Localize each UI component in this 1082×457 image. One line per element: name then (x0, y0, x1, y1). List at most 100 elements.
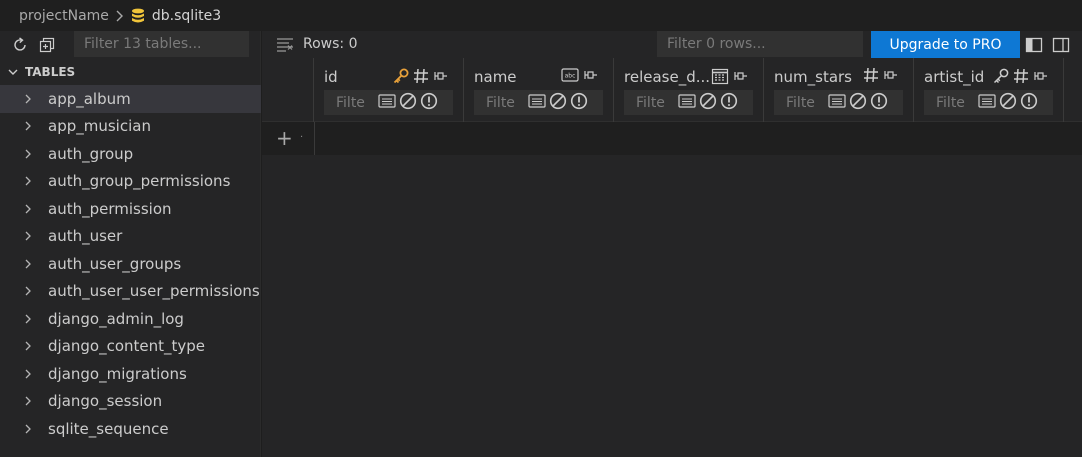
pin-icon[interactable] (582, 67, 598, 87)
key-icon (392, 67, 410, 89)
filter-tables-input[interactable] (74, 31, 249, 57)
table-item-label: auth_user_groups (48, 254, 182, 273)
table-item[interactable]: django_migrations (0, 360, 261, 388)
table-item[interactable]: django_session (0, 388, 261, 416)
chevron-right-icon (24, 313, 36, 325)
table-item-label: django_session (48, 392, 163, 411)
column-filter-input[interactable]: Filte (774, 90, 903, 115)
table-item[interactable]: auth_user (0, 223, 261, 251)
column-header-id[interactable]: id Filte (314, 58, 464, 122)
table-item[interactable]: app_album (0, 85, 261, 113)
filter-mode-icon[interactable] (828, 93, 846, 113)
null-filter-icon[interactable] (549, 92, 567, 114)
info-icon[interactable] (420, 92, 438, 114)
table-item[interactable]: auth_user_user_permissions (0, 278, 261, 306)
tables-section-title: TABLES (25, 65, 76, 79)
column-filter-input[interactable]: Filte (924, 90, 1053, 115)
null-filter-icon[interactable] (999, 92, 1017, 114)
toggle-right-panel-icon[interactable] (1052, 36, 1070, 54)
row-number-header (262, 58, 314, 122)
chevron-right-icon (24, 395, 36, 407)
chevron-right-icon (24, 368, 36, 380)
chevron-right-icon (24, 120, 36, 132)
column-filter-placeholder: Filte (336, 94, 365, 111)
hash-icon (863, 67, 879, 87)
collapse-all-icon[interactable] (38, 36, 56, 54)
breadcrumb: projectName db.sqlite3 (0, 0, 1082, 31)
table-list: app_album app_musician auth_group auth_g… (0, 85, 261, 443)
column-filter-input[interactable]: Filte (624, 90, 753, 115)
column-name: artist_id (924, 68, 985, 86)
table-item[interactable]: django_content_type (0, 333, 261, 361)
column-filter-input[interactable]: Filte (324, 90, 453, 115)
filter-mode-icon[interactable] (378, 93, 396, 113)
chevron-right-icon (24, 423, 36, 435)
table-item-label: app_musician (48, 117, 151, 136)
table-item[interactable]: auth_group (0, 140, 261, 168)
table-item[interactable]: auth_group_permissions (0, 168, 261, 196)
row-number-divider (314, 122, 315, 155)
refresh-icon[interactable] (11, 36, 29, 54)
upgrade-to-pro-button[interactable]: Upgrade to PRO (871, 31, 1020, 58)
table-item-label: auth_permission (48, 199, 172, 218)
info-icon[interactable] (1020, 92, 1038, 114)
chevron-right-icon (115, 9, 124, 23)
add-row-menu-icon[interactable]: · (300, 132, 303, 143)
pin-icon[interactable] (1032, 68, 1048, 88)
info-icon[interactable] (870, 92, 888, 114)
table-item-label: auth_user (48, 227, 123, 246)
toggle-left-panel-icon[interactable] (1025, 36, 1043, 54)
chevron-right-icon (24, 340, 36, 352)
column-filter-input[interactable]: Filte (474, 90, 603, 115)
table-item-label: app_album (48, 89, 131, 108)
abc-icon: abc (561, 67, 579, 87)
chevron-down-icon (7, 66, 19, 78)
column-filter-placeholder: Filte (486, 94, 515, 111)
svg-text:abc: abc (565, 73, 576, 80)
pin-icon[interactable] (732, 68, 748, 88)
chevron-right-icon (24, 203, 36, 215)
filter-mode-icon[interactable] (528, 93, 546, 113)
table-item-label: auth_group (48, 144, 134, 163)
table-item-label: auth_user_user_permissions (48, 282, 260, 301)
null-filter-icon[interactable] (399, 92, 417, 114)
table-item-label: auth_group_permissions (48, 172, 231, 191)
filter-mode-icon[interactable] (678, 93, 696, 113)
table-item[interactable]: auth_permission (0, 195, 261, 223)
tables-section-header[interactable]: TABLES (0, 61, 261, 83)
grid-body-empty (262, 155, 1082, 457)
chevron-right-icon (24, 285, 36, 297)
add-row-icon[interactable]: + (276, 128, 293, 148)
info-icon[interactable] (720, 92, 738, 114)
filter-rows-input[interactable] (657, 31, 863, 57)
pin-icon[interactable] (882, 67, 898, 87)
chevron-right-icon (24, 175, 36, 187)
calendar-icon (711, 67, 729, 89)
breadcrumb-project[interactable]: projectName (19, 8, 109, 24)
breadcrumb-file[interactable]: db.sqlite3 (152, 8, 221, 24)
table-item[interactable]: django_admin_log (0, 305, 261, 333)
chevron-right-icon (24, 258, 36, 270)
table-item-label: django_admin_log (48, 309, 184, 328)
column-filter-placeholder: Filte (636, 94, 665, 111)
column-header-release-date[interactable]: release_d... Filte (614, 58, 764, 122)
null-filter-icon[interactable] (849, 92, 867, 114)
pin-icon[interactable] (432, 68, 448, 88)
column-name: name (474, 68, 517, 86)
chevron-right-icon (24, 93, 36, 105)
column-header-name[interactable]: name abc Filte (464, 58, 614, 122)
tables-sidebar: TABLES app_album app_musician auth_group… (0, 31, 261, 457)
null-filter-icon[interactable] (699, 92, 717, 114)
column-header-num-stars[interactable]: num_stars Filte (764, 58, 914, 122)
column-filter-placeholder: Filte (936, 94, 965, 111)
filter-mode-icon[interactable] (978, 93, 996, 113)
table-item[interactable]: auth_user_groups (0, 250, 261, 278)
column-filter-placeholder: Filte (786, 94, 815, 111)
table-item-label: sqlite_sequence (48, 419, 169, 438)
column-header-artist-id[interactable]: artist_id Filte (914, 58, 1064, 122)
table-item[interactable]: sqlite_sequence (0, 415, 261, 443)
info-icon[interactable] (570, 92, 588, 114)
table-item[interactable]: app_musician (0, 113, 261, 141)
key-outline-icon (992, 67, 1010, 89)
sidebar-toolbar (0, 31, 261, 58)
